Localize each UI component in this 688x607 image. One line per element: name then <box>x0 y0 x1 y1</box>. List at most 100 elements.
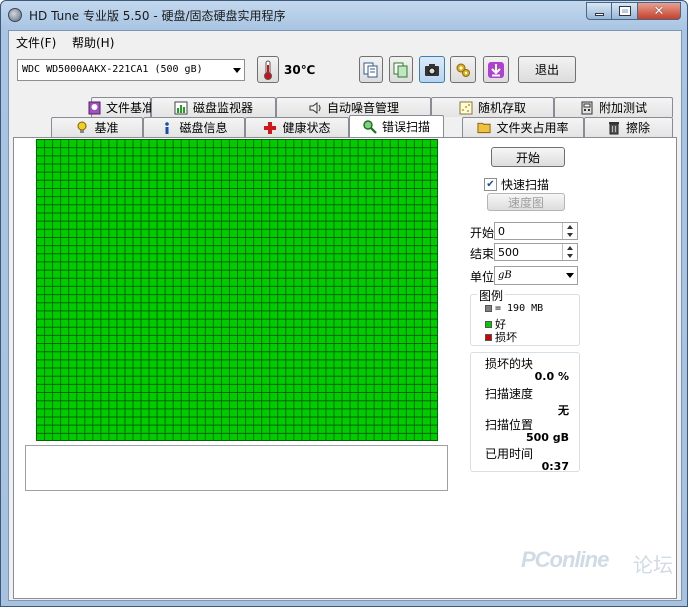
pconline-watermark: PConline <box>521 547 609 572</box>
tab-file-benchmark[interactable]: 文件基准 <box>88 97 155 117</box>
scan-speed-value: 无 <box>558 404 569 417</box>
tab-label: 文件基准 <box>106 101 155 115</box>
tab-benchmark[interactable]: 基准 <box>51 117 143 137</box>
tab-label: 随机存取 <box>477 101 526 115</box>
damaged-blocks-value: 0.0 % <box>534 370 569 383</box>
thermometer-icon <box>264 60 272 80</box>
drive-select[interactable]: WDC WD5000AAKX-221CA1 (500 gB) <box>17 59 245 81</box>
end-field-label: 结束 <box>470 247 495 261</box>
calculator-icon <box>580 101 594 115</box>
start-spinner[interactable] <box>562 223 577 239</box>
chevron-down-icon <box>233 68 241 73</box>
legend-unit: = 190 MB <box>485 303 543 314</box>
speed-map-button[interactable]: 速度图 <box>487 193 565 211</box>
tab-disk-info[interactable]: 磁盘信息 <box>143 117 245 137</box>
tab-label: 错误扫描 <box>381 120 430 134</box>
end-spinner[interactable] <box>562 244 577 260</box>
exit-button[interactable]: 退出 <box>518 56 576 83</box>
title-bar[interactable]: HD Tune 专业版 5.50 - 硬盘/固态硬盘实用程序 ✕ <box>1 1 687 29</box>
tab-label: 健康状态 <box>282 121 331 135</box>
spin-down-icon <box>567 233 573 237</box>
maximize-button[interactable] <box>612 2 638 20</box>
tab-label: 附加测试 <box>598 101 647 115</box>
tab-erase[interactable]: 擦除 <box>584 117 673 137</box>
trash-icon <box>607 121 621 135</box>
start-position-input[interactable]: 0 <box>494 222 578 240</box>
menu-help[interactable]: 帮助(H) <box>72 34 114 51</box>
unit-swatch <box>485 305 492 312</box>
camera-icon <box>425 63 439 76</box>
tab-label: 磁盘信息 <box>179 121 228 135</box>
tab-label: 基准 <box>94 121 119 135</box>
copy-text-button[interactable] <box>359 56 383 83</box>
tab-label: 自动噪音管理 <box>326 101 399 115</box>
temperature-value: 30℃ <box>284 63 316 77</box>
quick-scan-checkbox[interactable]: ✔ <box>484 178 497 191</box>
damaged-blocks-label: 损坏的块 <box>485 357 534 371</box>
drive-select-value: WDC WD5000AAKX-221CA1 (500 gB) <box>22 64 203 75</box>
copy-screen-button[interactable] <box>389 56 413 83</box>
file-benchmark-icon <box>88 101 101 115</box>
bar-chart-icon <box>174 101 188 115</box>
temperature-button[interactable] <box>257 56 279 83</box>
forum-watermark: 论坛 <box>633 553 673 577</box>
screenshot-button[interactable] <box>419 56 445 83</box>
tab-extra-tests[interactable]: 附加测试 <box>554 97 673 117</box>
tab-folder-usage[interactable]: 文件夹占用率 <box>462 117 584 137</box>
tab-health[interactable]: 健康状态 <box>245 117 349 137</box>
magnifier-icon <box>363 119 377 134</box>
legend-box: 图例 = 190 MB 好 损坏 <box>470 287 580 346</box>
hdtune-app-icon <box>8 8 22 22</box>
copy-screen-icon <box>393 62 408 77</box>
end-position-value: 500 <box>498 246 519 259</box>
unit-label: 单位 <box>470 270 495 284</box>
unit-select-value: gB <box>498 270 512 281</box>
bad-swatch <box>485 333 492 341</box>
lightbulb-icon <box>75 121 89 135</box>
minimize-icon <box>594 12 604 16</box>
tab-label: 擦除 <box>625 121 650 135</box>
menu-bar: 文件(F) 帮助(H) <box>9 31 681 51</box>
speaker-icon <box>308 101 322 115</box>
tab-error-scan[interactable]: 错误扫描 <box>349 115 444 137</box>
start-scan-button[interactable]: 开始 <box>491 147 565 167</box>
tab-label: 文件夹占用率 <box>496 121 569 135</box>
info-icon <box>160 121 174 135</box>
toolbar: WDC WD5000AAKX-221CA1 (500 gB) 30℃ 退出 <box>9 51 681 95</box>
close-icon: ✕ <box>653 3 665 19</box>
folder-icon <box>477 121 492 135</box>
end-position-input[interactable]: 500 <box>494 243 578 261</box>
good-swatch <box>485 320 492 328</box>
quick-scan-option[interactable]: ✔ 快速扫描 <box>484 176 549 193</box>
tab-random-access[interactable]: 随机存取 <box>431 97 554 117</box>
chevron-down-icon <box>566 273 574 278</box>
spin-up-icon <box>567 246 573 250</box>
caption-buttons: ✕ <box>586 2 681 20</box>
tab-disk-monitor[interactable]: 磁盘监视器 <box>151 97 276 117</box>
options-button[interactable] <box>450 56 476 83</box>
spin-up-icon <box>567 225 573 229</box>
start-position-value: 0 <box>498 225 505 238</box>
download-icon <box>488 61 504 78</box>
legend-block-size: = 190 MB <box>495 303 544 314</box>
close-button[interactable]: ✕ <box>638 2 681 20</box>
scan-position-value: 500 gB <box>525 431 569 444</box>
elapsed-time-label: 已用时间 <box>485 447 534 461</box>
scatter-icon <box>459 101 473 115</box>
spin-down-icon <box>567 254 573 258</box>
unit-select[interactable]: gB <box>494 266 578 285</box>
tab-aam[interactable]: 自动噪音管理 <box>276 97 431 117</box>
block-map <box>36 139 438 441</box>
stats-box: 损坏的块 0.0 % 扫描速度 无 扫描位置 500 gB 已用时间 0:37 <box>470 352 580 473</box>
scan-log-box[interactable] <box>25 445 448 491</box>
minimize-button[interactable] <box>586 2 612 20</box>
legend-title: 图例 <box>477 287 506 304</box>
legend-bad-label: 损坏 <box>495 331 517 344</box>
window-title: HD Tune 专业版 5.50 - 硬盘/固态硬盘实用程序 <box>29 9 286 23</box>
download-button[interactable] <box>483 56 509 83</box>
client-area: 文件(F) 帮助(H) WDC WD5000AAKX-221CA1 (500 g… <box>8 30 682 601</box>
scan-controls: 开始 ✔ 快速扫描 速度图 开始 0 结束 500 单位 gB 图例 = 190… <box>458 138 676 598</box>
maximize-icon <box>618 6 631 16</box>
legend-bad: 损坏 <box>485 329 517 345</box>
menu-file[interactable]: 文件(F) <box>16 34 56 51</box>
